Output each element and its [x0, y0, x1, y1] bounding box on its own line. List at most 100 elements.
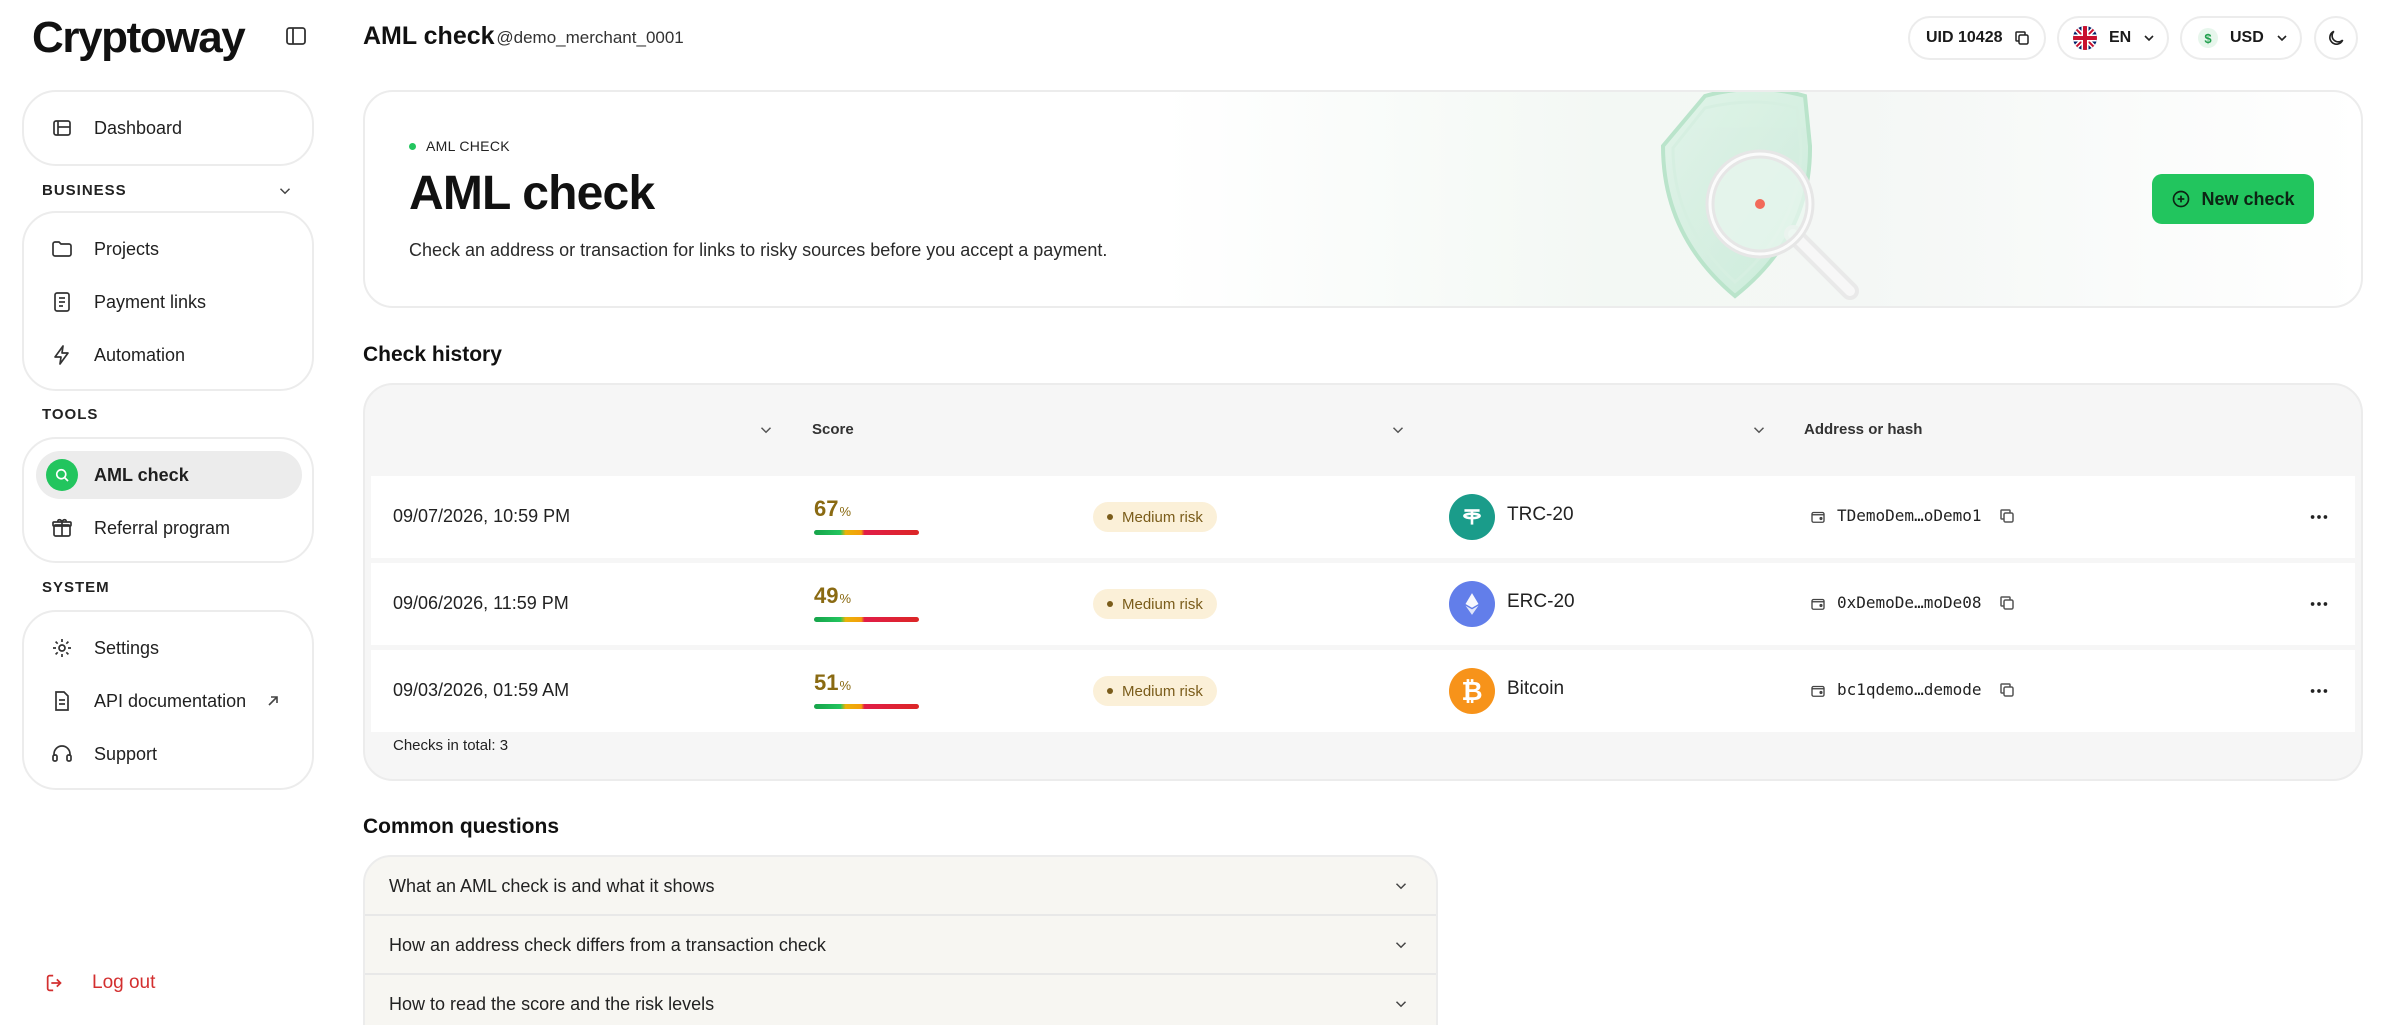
score-bar: [814, 617, 919, 622]
column-header-score: Score: [812, 421, 854, 438]
hero-title: AML check: [409, 167, 655, 220]
sidebar-item-label: Support: [94, 743, 158, 764]
sidebar-item-referral-program[interactable]: Referral program: [36, 504, 302, 552]
sidebar: Cryptoway Dashboard BUSINESS Projects Pa…: [0, 0, 330, 1025]
table-row[interactable]: 09/07/2026, 10:59 PM 67% Medium risk TRC…: [371, 476, 2355, 558]
sidebar-item-automation[interactable]: Automation: [36, 331, 302, 379]
wallet-icon: [1809, 508, 1827, 526]
network-label: ERC-20: [1507, 591, 1575, 612]
more-options-icon[interactable]: [2308, 593, 2330, 615]
chevron-down-icon: [2274, 30, 2290, 46]
new-check-button[interactable]: New check: [2152, 174, 2314, 224]
bitcoin-icon: ₿: [1449, 668, 1495, 714]
score-bar: [814, 530, 919, 535]
check-history-table: Score Address or hash 09/07/2026, 10:59 …: [363, 383, 2363, 781]
sidebar-section-business: BUSINESS: [42, 182, 127, 199]
logout-button[interactable]: Log out: [44, 968, 155, 998]
sidebar-item-label: Automation: [94, 344, 186, 365]
faq-item[interactable]: How an address check differs from a tran…: [365, 916, 1436, 975]
currency-label: USD: [2230, 29, 2264, 46]
more-options-icon[interactable]: [2308, 680, 2330, 702]
score-bar: [814, 704, 919, 709]
sidebar-business-card: Projects Payment links Automation: [22, 211, 314, 391]
chevron-down-icon: [1392, 995, 1410, 1013]
faq-question: How an address check differs from a tran…: [389, 935, 826, 955]
sidebar-item-label: Payment links: [94, 291, 207, 312]
checks-total: Checks in total: 3: [393, 737, 509, 754]
theme-toggle-button[interactable]: [2314, 16, 2358, 60]
sidebar-item-label: Dashboard: [94, 117, 183, 138]
copy-icon: [2013, 29, 2031, 47]
table-row[interactable]: 09/06/2026, 11:59 PM 49% Medium risk ERC…: [371, 563, 2355, 645]
sidebar-item-settings[interactable]: Settings: [36, 624, 302, 672]
address-hash: bc1qdemo…demode: [1837, 680, 1982, 699]
document-icon: [50, 689, 74, 713]
date-sort-chevron-icon[interactable]: [757, 421, 775, 439]
sidebar-item-label: AML check: [94, 464, 189, 485]
sidebar-tools-card: AML check Referral program: [22, 437, 314, 563]
folder-icon: [50, 237, 74, 261]
network-label: TRC-20: [1507, 504, 1574, 525]
gear-icon: [50, 636, 74, 660]
risk-score: 51%: [814, 670, 852, 695]
risk-score: 49%: [814, 583, 852, 608]
sidebar-toggle-icon[interactable]: [284, 24, 308, 48]
faq-item[interactable]: What an AML check is and what it shows: [365, 857, 1436, 916]
plus-circle-icon: [2171, 189, 2191, 209]
hero-tag: AML CHECK: [409, 138, 510, 154]
wallet-icon: [1809, 682, 1827, 700]
logout-icon: [44, 972, 66, 994]
receipt-icon: [50, 290, 74, 314]
sidebar-item-support[interactable]: Support: [36, 730, 302, 778]
copy-icon[interactable]: [1998, 681, 2016, 699]
more-options-icon[interactable]: [2308, 506, 2330, 528]
merchant-subtitle: · @demo_merchant_0001: [486, 28, 684, 47]
sidebar-item-dashboard[interactable]: Dashboard: [36, 104, 302, 152]
chevron-down-icon[interactable]: [276, 182, 294, 200]
language-select[interactable]: EN: [2057, 16, 2169, 60]
tether-icon: [1449, 494, 1495, 540]
faq-item[interactable]: How to read the score and the risk level…: [365, 975, 1436, 1025]
check-date: 09/06/2026, 11:59 PM: [393, 593, 569, 613]
chevron-down-icon: [1392, 936, 1410, 954]
sidebar-item-label: Settings: [94, 637, 160, 658]
logout-label: Log out: [92, 972, 156, 993]
network-filter-chevron-icon[interactable]: [1750, 421, 1768, 439]
lightning-icon: [50, 343, 74, 367]
sidebar-system-card: Settings API documentation Support: [22, 610, 314, 790]
moon-icon: [2326, 28, 2346, 48]
column-header-address: Address or hash: [1804, 421, 1923, 438]
faq-accordion: What an AML check is and what it shows H…: [363, 855, 1438, 1025]
sidebar-item-api-documentation[interactable]: API documentation: [36, 677, 302, 725]
dollar-icon: $: [2198, 28, 2218, 48]
sidebar-item-aml-check[interactable]: AML check: [36, 451, 302, 499]
copy-icon[interactable]: [1998, 594, 2016, 612]
score-filter-chevron-icon[interactable]: [1389, 421, 1407, 439]
sidebar-item-label: Projects: [94, 238, 160, 259]
check-date: 09/03/2026, 01:59 AM: [393, 680, 570, 700]
hero-tag-label: AML CHECK: [426, 138, 510, 154]
network-label: Bitcoin: [1507, 678, 1565, 699]
address-hash: TDemoDem…oDemo1: [1837, 506, 1982, 525]
gift-icon: [50, 516, 74, 540]
uk-flag-icon: [2073, 26, 2097, 50]
sidebar-item-projects[interactable]: Projects: [36, 225, 302, 273]
app-logo[interactable]: Cryptoway: [32, 12, 246, 64]
headset-icon: [50, 742, 74, 766]
common-questions-title: Common questions: [363, 815, 560, 838]
faq-question: What an AML check is and what it shows: [389, 876, 715, 896]
external-link-icon: [266, 694, 280, 708]
status-dot: [409, 142, 416, 150]
status-badge: Medium risk: [1093, 502, 1217, 532]
sidebar-item-label: API documentation: [94, 690, 247, 711]
check-history-title: Check history: [363, 343, 502, 366]
sidebar-item-payment-links[interactable]: Payment links: [36, 278, 302, 326]
status-badge: Medium risk: [1093, 676, 1217, 706]
currency-select[interactable]: $ USD: [2180, 16, 2302, 60]
uid-copy-button[interactable]: UID 10428: [1908, 16, 2046, 60]
chevron-down-icon: [1392, 877, 1410, 895]
aml-search-icon: [46, 459, 78, 491]
page-title: AML check: [363, 22, 495, 50]
table-row[interactable]: 09/03/2026, 01:59 AM 51% Medium risk ₿ B…: [371, 650, 2355, 732]
copy-icon[interactable]: [1998, 507, 2016, 525]
